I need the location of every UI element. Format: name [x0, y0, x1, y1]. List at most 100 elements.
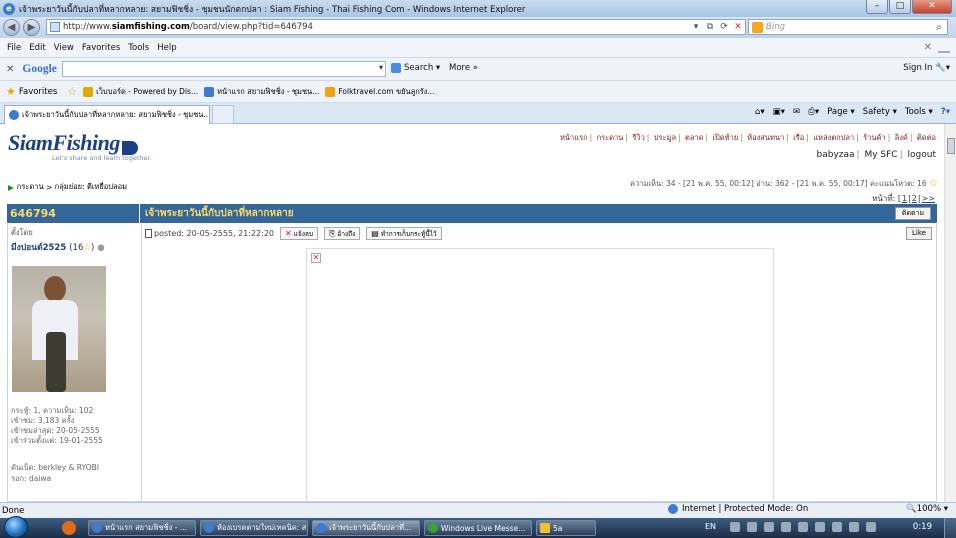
tools-menu[interactable]: Tools ▾ — [905, 107, 933, 117]
taskbar-item[interactable]: 5a — [536, 520, 596, 536]
help-icon[interactable]: ?▾ — [941, 107, 950, 117]
avatar[interactable] — [12, 266, 106, 392]
stop-icon[interactable]: ✕ — [731, 21, 745, 33]
nav-contact[interactable]: ติดต่อ — [917, 133, 936, 142]
breadcrumb-board[interactable]: กระดาน — [17, 181, 44, 193]
nav-links[interactable]: ลิงค์ — [895, 133, 908, 142]
bing-search-box[interactable]: Bing ⌕ — [748, 19, 948, 35]
menu-edit[interactable]: Edit — [29, 43, 45, 53]
favorite-link[interactable]: หน้าแรก สยามฟิชชิ่ง - ชุมชน... — [204, 86, 319, 98]
show-desktop-button[interactable] — [944, 518, 956, 538]
chevron-down-icon[interactable]: ▾ — [379, 63, 383, 72]
address-dropdown-icon[interactable]: ▾ — [689, 21, 703, 33]
address-bar[interactable]: http://www.siamfishing.com/board/view.ph… — [46, 19, 746, 35]
window-title-bar: e เจ้าพระยาวันนี้กับปลาที่หลากหลาย: สยาม… — [0, 0, 956, 17]
bookmark-button[interactable]: ▤ ทำการเก็บกระทู้นี้ไว้ — [366, 227, 442, 240]
refresh-icon[interactable]: ⟳ — [717, 21, 731, 33]
author-name[interactable]: มีงปอนด์2525 (16☆) ● — [11, 240, 138, 254]
google-more-button[interactable]: More » — [449, 63, 478, 73]
add-favorite-icon[interactable]: ☆ — [67, 85, 77, 98]
maximize-button[interactable]: □ — [889, 0, 911, 14]
close-toolbar-icon[interactable]: ✕ — [6, 64, 14, 75]
tab-current[interactable]: เจ้าพระยาวันนี้กับปลาที่หลากหลาย: สยามฟิ… — [4, 105, 210, 124]
favorite-link[interactable]: Folktravel.com ขยันลูกรัง... — [325, 86, 435, 98]
language-indicator[interactable]: EN — [705, 522, 716, 531]
firefox-icon[interactable] — [62, 521, 76, 535]
nav-review[interactable]: รีวิว — [632, 133, 644, 142]
scrollbar-thumb[interactable] — [947, 138, 955, 154]
tray-icon[interactable] — [747, 522, 757, 532]
back-button[interactable]: ◀ — [3, 19, 20, 36]
nav-home[interactable]: หน้าแรก — [560, 133, 588, 142]
close-icon[interactable]: ✕ — [924, 42, 932, 53]
report-button[interactable]: ✕ แจ้งลบ — [280, 227, 319, 240]
security-zone[interactable]: Internet | Protected Mode: On — [668, 504, 808, 514]
tray-icon[interactable] — [798, 522, 808, 532]
compatibility-view-icon[interactable]: ⧉ — [703, 21, 717, 33]
nav-trunk-sale[interactable]: เปิดท้าย — [712, 133, 738, 142]
favorites-star-icon[interactable]: ★ — [6, 85, 16, 98]
mail-icon[interactable]: ✉ — [793, 107, 800, 117]
google-search-button[interactable]: Search ▾ — [391, 63, 440, 73]
nav-market[interactable]: ตลาด — [685, 133, 704, 142]
logout-link[interactable]: logout — [908, 150, 936, 160]
tray-icon[interactable] — [832, 522, 842, 532]
taskbar-item-active[interactable]: เจ้าพระยาวันนี้กับปลาที่... — [312, 520, 420, 536]
username-link[interactable]: babyzaa — [817, 150, 855, 160]
tray-icon[interactable] — [849, 522, 859, 532]
taskbar-item[interactable]: ห้องเบรคตามใหม่เทคนิค: ส... — [200, 520, 308, 536]
safety-menu[interactable]: Safety ▾ — [863, 107, 897, 117]
taskbar-item[interactable]: หน้าแรก สยามฟิชชิ่ง - ... — [88, 520, 196, 536]
follow-button[interactable]: ติดตาม — [895, 207, 931, 220]
page-1-link[interactable]: 1 — [902, 194, 907, 203]
like-button[interactable]: Like — [906, 227, 932, 240]
nav-auction[interactable]: ประมูล — [654, 133, 676, 142]
url-text[interactable]: http://www.siamfishing.com/board/view.ph… — [63, 22, 689, 32]
search-placeholder[interactable]: Bing — [766, 22, 931, 32]
address-toolbar: ◀ ▶ http://www.siamfishing.com/board/vie… — [0, 17, 956, 38]
new-tab-button[interactable] — [212, 105, 234, 124]
menu-file[interactable]: File — [7, 43, 21, 53]
clock[interactable]: 0:19 — [913, 522, 932, 532]
home-icon[interactable]: ⌂▾ — [755, 107, 765, 117]
quote-button[interactable]: ⎘ อ้างถึง — [324, 227, 361, 240]
tray-icon[interactable] — [815, 522, 825, 532]
favorites-button[interactable]: Favorites — [19, 87, 57, 97]
nav-boat[interactable]: เรือ — [793, 133, 804, 142]
close-window-button[interactable]: ✕ — [912, 0, 952, 14]
menu-view[interactable]: View — [54, 43, 74, 53]
sign-in-button[interactable]: Sign In 🔧▾ — [903, 63, 950, 73]
my-sfc-link[interactable]: My SFC — [864, 150, 897, 160]
menu-help[interactable]: Help — [157, 43, 176, 53]
wrench-icon[interactable]: 🔧▾ — [935, 63, 950, 73]
nav-spots[interactable]: แหล่งตกปลา — [813, 133, 854, 142]
print-icon[interactable]: ⎙▾ — [808, 107, 819, 117]
search-icon[interactable]: ⌕ — [931, 22, 947, 33]
zoom-level[interactable]: 🔍100% ▾ — [906, 504, 948, 514]
page-menu[interactable]: Page ▾ — [827, 107, 855, 117]
menu-favorites[interactable]: Favorites — [82, 43, 120, 53]
tray-icon[interactable] — [764, 522, 774, 532]
forward-button[interactable]: ▶ — [23, 19, 40, 36]
windows-taskbar: หน้าแรก สยามฟิชชิ่ง - ... ห้องเบรคตามใหม… — [0, 516, 956, 538]
tray-icon[interactable] — [781, 522, 791, 532]
nav-chatroom[interactable]: ห้องสนทนา — [747, 133, 784, 142]
nav-shops[interactable]: ร้านค้า — [863, 133, 886, 142]
tray-icon[interactable] — [730, 522, 740, 532]
volume-icon[interactable] — [866, 522, 876, 532]
site-logo[interactable]: SiamFishing Let's share and learn togeth… — [8, 130, 152, 162]
page-2-link[interactable]: 2 — [912, 194, 917, 203]
start-button[interactable] — [4, 516, 28, 538]
breadcrumb-group[interactable]: กลุ่มย่อย: ตีเหยื่อปลอม — [55, 181, 127, 193]
taskbar-item[interactable]: Windows Live Messe... — [424, 520, 532, 536]
google-search-input[interactable]: ▾ — [62, 61, 386, 77]
next-page-link[interactable]: >> — [922, 194, 935, 203]
posted-by-label: ตั้งโดย — [11, 228, 33, 237]
thread-title: เจ้าพระยาวันนี้กับปลาที่หลากหลาย — [145, 208, 294, 219]
minimize-button[interactable]: – — [866, 0, 888, 14]
favorite-link[interactable]: เว็บบอร์ด - Powered by Dis... — [83, 86, 198, 98]
vertical-scrollbar[interactable] — [944, 124, 956, 502]
nav-board[interactable]: กระดาน — [597, 133, 624, 142]
feeds-icon[interactable]: ▣▾ — [773, 107, 785, 117]
menu-tools[interactable]: Tools — [128, 43, 149, 53]
